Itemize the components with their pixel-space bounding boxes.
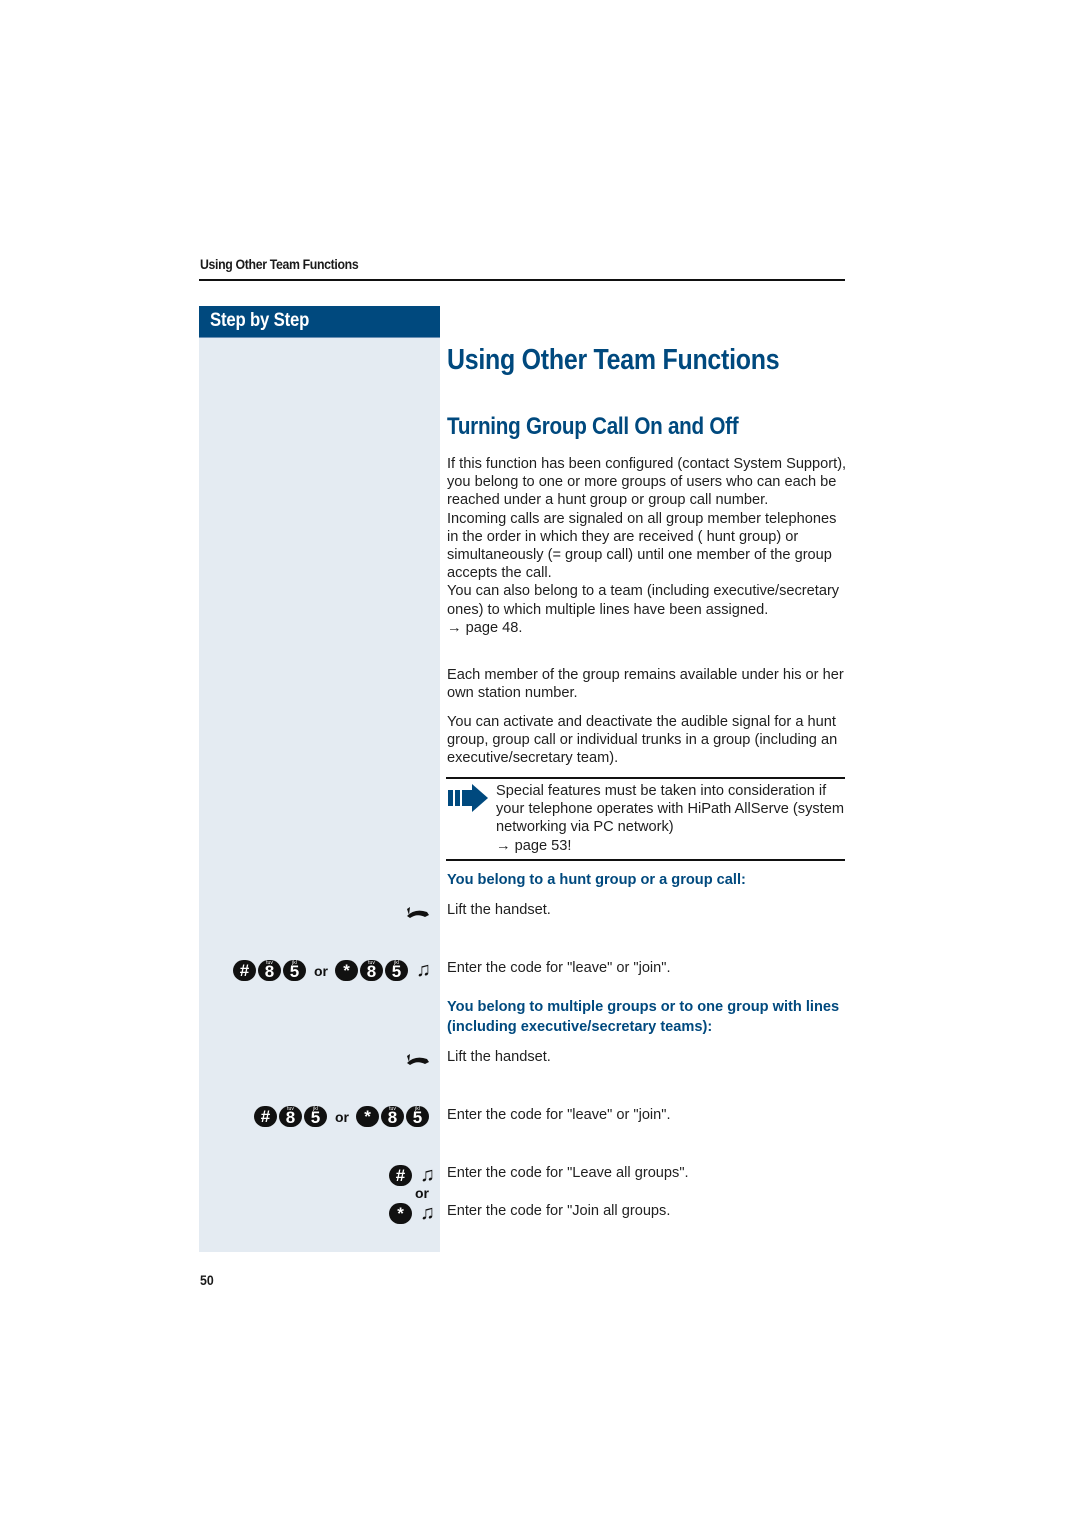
step-text: Lift the handset. [447,1049,551,1065]
star-key[interactable]: * [335,960,358,981]
intro-paragraph: If this function has been configured (co… [447,456,847,509]
key-sequence: * ♫ [389,1202,435,1225]
star-key[interactable]: * [389,1203,412,1224]
handset-lift-icon [407,907,429,918]
confirmation-tone-icon: ♫ [420,1202,435,1224]
confirmation-tone-icon: ♫ [420,1164,435,1186]
hash-key[interactable]: # [389,1165,412,1186]
intro-paragraph: You can also belong to a team (including… [447,583,840,618]
key-sequence: # ♫ [389,1164,435,1187]
hash-key[interactable]: # [254,1106,277,1127]
page-reference-link[interactable]: → page 48. [447,619,847,637]
handset-lift-icon [407,1054,429,1065]
or-label: or [415,1185,429,1201]
step-text: Enter the code for "leave" or "join". [447,960,671,976]
step-text: Enter the code for "Leave all groups". [447,1165,689,1181]
star-key[interactable]: * [356,1106,379,1127]
subsection-heading: You belong to multiple groups or to one … [447,999,840,1035]
note-top-rule [446,777,845,779]
step-text: Enter the code for "leave" or "join". [447,1107,671,1123]
key-sequence: # tuv 8 jkl 5 or * tuv 8 jkl 5 [254,1106,429,1127]
note-text: Special features must be taken into cons… [496,782,846,855]
paragraph-own-number: Each member of the group remains availab… [447,667,844,702]
note-bottom-rule [446,859,845,861]
paragraph-audible-signal: You can activate and deactivate the audi… [447,714,838,767]
sidebar-title: Step by Step [210,310,310,331]
step-text: Lift the handset. [447,902,551,918]
section-title: Turning Group Call On and Off [447,413,739,440]
confirmation-tone-icon: ♫ [416,959,431,981]
digit-key-8[interactable]: tuv 8 [360,960,383,981]
or-label: or [335,1108,349,1125]
note-body: Special features must be taken into cons… [496,783,844,836]
digit-key-5[interactable]: jkl 5 [385,960,408,981]
step-text: Enter the code for "Join all groups. [447,1203,671,1219]
digit-key-8[interactable]: tuv 8 [279,1106,302,1127]
header-rule [199,279,845,281]
running-header: Using Other Team Functions [200,256,359,272]
intro-text: If this function has been configured (co… [447,455,847,637]
intro-paragraph: Incoming calls are signaled on all group… [447,510,837,582]
digit-key-5[interactable]: jkl 5 [406,1106,429,1127]
digit-key-8[interactable]: tuv 8 [258,960,281,981]
arrow-note-icon [448,784,488,812]
or-label: or [314,962,328,979]
page-reference-link[interactable]: → page 53! [496,838,571,854]
digit-key-8[interactable]: tuv 8 [381,1106,404,1127]
page-number: 50 [200,1272,214,1288]
digit-key-5[interactable]: jkl 5 [304,1106,327,1127]
sidebar-header: Step by Step [199,306,440,338]
subsection-heading: You belong to a hunt group or a group ca… [447,872,746,888]
page-title: Using Other Team Functions [447,344,780,376]
digit-key-5[interactable]: jkl 5 [283,960,306,981]
hash-key[interactable]: # [233,960,256,981]
key-sequence: # tuv 8 jkl 5 or * tuv 8 jkl 5 ♫ [233,959,431,982]
